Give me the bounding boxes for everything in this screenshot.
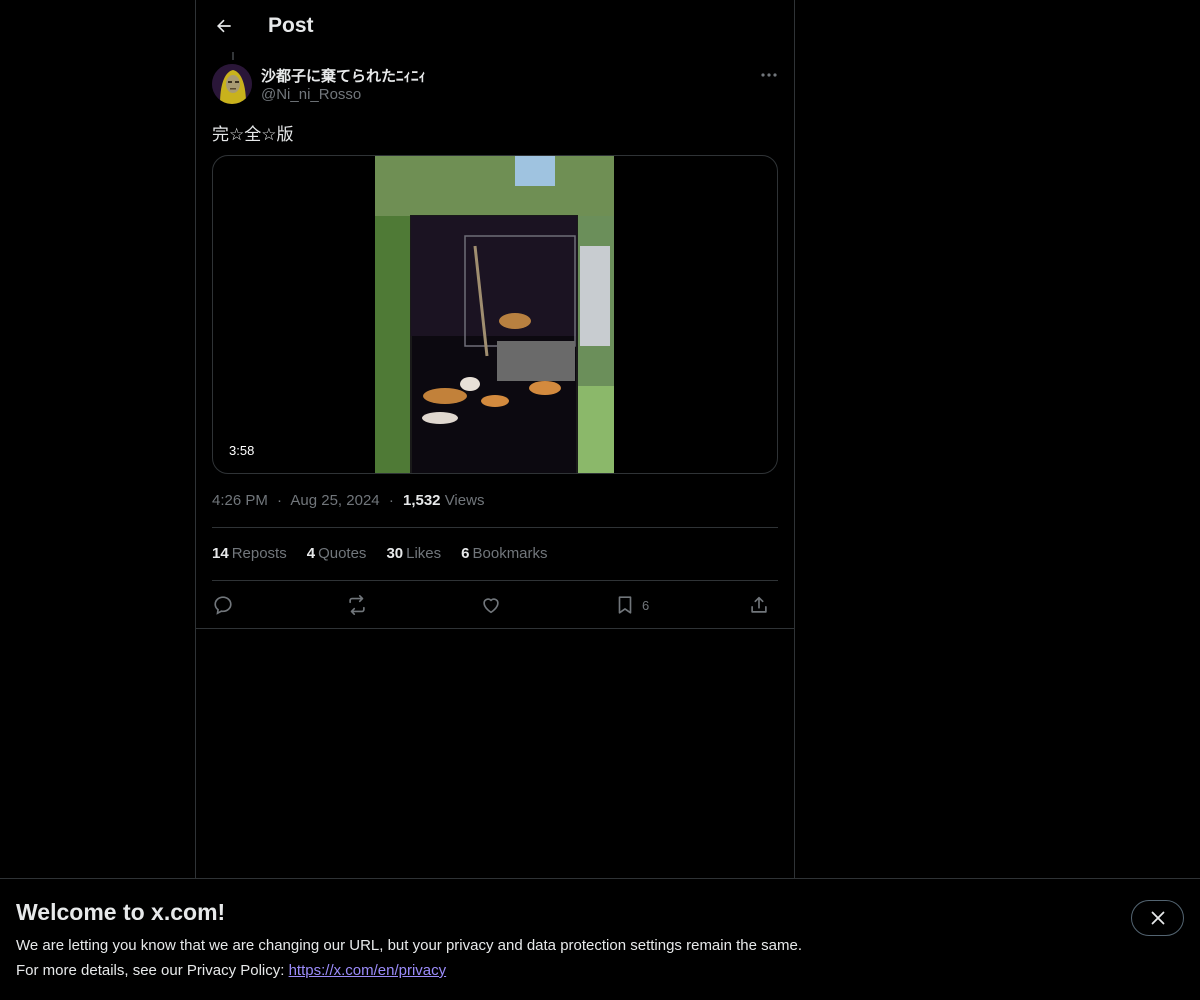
post-text: 完☆全☆版	[212, 125, 294, 144]
banner-title: Welcome to x.com!	[16, 899, 226, 925]
privacy-policy-link[interactable]: https://x.com/en/privacy	[289, 962, 447, 979]
post-meta: 4:26 PM · Aug 25, 2024 · 1,532 Views	[212, 492, 484, 509]
page-header: Post	[196, 0, 794, 54]
post-stats: 14 Reposts 4 Quotes 30 Likes 6 Bookmarks	[212, 545, 548, 562]
likes-count: 30	[386, 545, 404, 562]
share-icon	[751, 596, 767, 613]
bookmarks-stat[interactable]: 6 Bookmarks	[461, 545, 547, 562]
main-column: Post 沙都子に棄てられたﾆｨﾆｨ @Ni_ni_Rosso 完☆全☆版 3:…	[195, 0, 795, 880]
author-name[interactable]: 沙都子に棄てられたﾆｨﾆｨ	[261, 65, 426, 86]
author-handle[interactable]: @Ni_ni_Rosso	[261, 86, 361, 103]
bookmarks-label: Bookmarks	[472, 545, 548, 562]
reply-button[interactable]	[212, 590, 234, 620]
action-bar: 6	[212, 590, 778, 620]
divider	[212, 580, 778, 581]
arrow-left-icon	[217, 19, 231, 33]
quotes-stat[interactable]: 4 Quotes	[307, 545, 367, 562]
video-duration: 3:58	[223, 442, 261, 459]
likes-stat[interactable]: 30 Likes	[386, 545, 441, 562]
banner-text-policy: For more details, see our Privacy Policy…	[16, 962, 446, 979]
post-date[interactable]: Aug 25, 2024	[290, 492, 379, 509]
like-button[interactable]	[480, 590, 502, 620]
avatar-image	[212, 64, 252, 104]
post-time[interactable]: 4:26 PM	[212, 492, 268, 509]
divider	[212, 527, 778, 528]
repost-button[interactable]	[346, 590, 368, 620]
close-banner-button[interactable]	[1131, 900, 1184, 936]
bookmark-button[interactable]: 6	[614, 590, 649, 620]
back-button[interactable]	[206, 8, 242, 44]
banner-policy-prefix: For more details, see our Privacy Policy…	[16, 962, 289, 979]
share-button[interactable]	[748, 590, 770, 620]
avatar[interactable]	[212, 64, 252, 104]
divider	[196, 628, 794, 629]
quotes-label: Quotes	[318, 545, 367, 562]
bookmarks-count: 6	[461, 545, 470, 562]
reply-icon	[214, 596, 232, 615]
repost-icon	[349, 595, 365, 615]
banner-text: We are letting you know that we are chan…	[16, 937, 802, 954]
url-change-banner: Welcome to x.com! We are letting you kno…	[0, 878, 1200, 1000]
close-icon	[1151, 911, 1164, 925]
video-player[interactable]: 3:58	[212, 155, 778, 474]
likes-label: Likes	[406, 545, 442, 562]
thread-line	[232, 52, 234, 60]
reposts-label: Reposts	[231, 545, 287, 562]
quotes-count: 4	[306, 545, 316, 562]
reposts-count: 14	[212, 545, 229, 562]
page-title: Post	[268, 14, 314, 37]
more-icon	[761, 73, 777, 77]
views-count: 1,532	[402, 492, 441, 509]
video-thumbnail	[375, 156, 614, 473]
separator: ·	[277, 492, 283, 509]
reposts-stat[interactable]: 14 Reposts	[212, 545, 287, 562]
bookmark-icon	[618, 596, 632, 614]
more-options-button[interactable]	[754, 62, 784, 88]
separator: ·	[388, 492, 394, 509]
heart-icon	[483, 598, 499, 614]
views-label: Views	[444, 492, 485, 509]
bookmark-count: 6	[642, 597, 650, 613]
